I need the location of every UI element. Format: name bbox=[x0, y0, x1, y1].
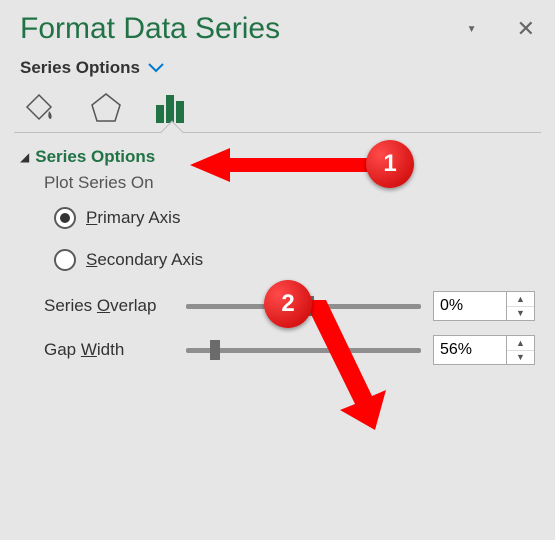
tab-effects-icon[interactable] bbox=[86, 88, 126, 128]
radio-secondary-axis[interactable]: Secondary Axis bbox=[54, 249, 535, 271]
spin-up-icon[interactable]: ▲ bbox=[507, 292, 534, 307]
annotation-callout-1: 1 bbox=[366, 140, 414, 188]
radio-icon bbox=[54, 207, 76, 229]
radio-primary-axis[interactable]: Primary Axis bbox=[54, 207, 535, 229]
radio-secondary-label: Secondary Axis bbox=[86, 250, 203, 270]
gap-width-input[interactable]: ▲ ▼ bbox=[433, 335, 535, 365]
panel-title: Format Data Series bbox=[20, 12, 280, 46]
radio-primary-label: Primary Axis bbox=[86, 208, 180, 228]
group-title: Series Options bbox=[35, 147, 155, 167]
spin-down-icon[interactable]: ▼ bbox=[507, 351, 534, 365]
tab-fill-icon[interactable] bbox=[22, 88, 62, 128]
panel-menu-caret[interactable]: ▼ bbox=[467, 24, 477, 35]
gap-width-label: Gap Width bbox=[44, 340, 174, 360]
gap-width-field[interactable] bbox=[434, 336, 506, 364]
close-icon[interactable]: ✕ bbox=[517, 16, 535, 42]
chevron-down-icon[interactable] bbox=[148, 60, 164, 76]
collapse-caret-icon[interactable]: ◢ bbox=[20, 150, 29, 164]
series-overlap-label: Series Overlap bbox=[44, 296, 174, 316]
spin-down-icon[interactable]: ▼ bbox=[507, 307, 534, 321]
spin-up-icon[interactable]: ▲ bbox=[507, 336, 534, 351]
section-label: Series Options bbox=[20, 58, 140, 78]
series-overlap-field[interactable] bbox=[434, 292, 506, 320]
radio-icon bbox=[54, 249, 76, 271]
series-overlap-input[interactable]: ▲ ▼ bbox=[433, 291, 535, 321]
annotation-arrow-1 bbox=[190, 140, 390, 190]
annotation-callout-2: 2 bbox=[264, 280, 312, 328]
